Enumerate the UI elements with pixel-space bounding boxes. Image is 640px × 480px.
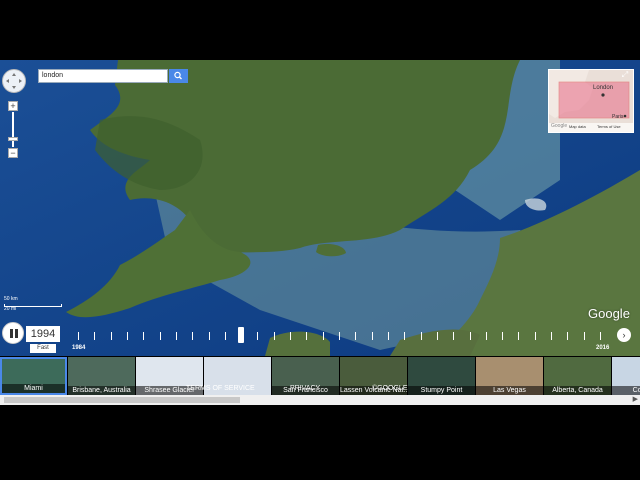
satellite-map[interactable]: + − London Paris Google Map data Terms o… xyxy=(0,60,640,356)
location-thumbnail[interactable]: Stumpy Point xyxy=(408,357,475,395)
search-button[interactable] xyxy=(169,69,188,83)
thumbnail-label: Brisbane, Australia xyxy=(68,386,135,395)
pan-control-icon xyxy=(6,73,22,89)
thumbnail-label: Alberta, Canada xyxy=(544,386,611,395)
thumbnail-scrollbar[interactable]: ▶ xyxy=(0,395,640,405)
thumbnail-label: Las Vegas xyxy=(476,386,543,395)
zoom-slider-track[interactable] xyxy=(12,112,14,147)
next-button[interactable]: › xyxy=(617,328,631,342)
location-thumbnail[interactable]: Brisbane, Australia xyxy=(68,357,135,395)
privacy-link[interactable]: PRIVACY xyxy=(290,385,320,392)
minimap-google-logo: Google xyxy=(551,123,568,129)
thumbnail-label: Stumpy Point xyxy=(408,386,475,395)
zoom-in-button[interactable]: + xyxy=(8,101,18,111)
location-thumbnail[interactable]: Alberta, Canada xyxy=(544,357,611,395)
search-icon xyxy=(174,71,182,80)
current-year-display: 1994 xyxy=(26,326,60,342)
timeline-start-year: 1984 xyxy=(72,345,86,351)
scale-indicator: 50 km xyxy=(4,296,18,303)
terms-of-service-link[interactable]: TERMS OF SERVICE xyxy=(186,385,255,392)
thumbnail-label: Miami xyxy=(2,384,65,393)
google-logo: Google xyxy=(588,306,630,321)
timeline-end-year: 2016 xyxy=(596,345,610,351)
thumbnail-label: Columbi xyxy=(612,386,640,395)
search-input[interactable] xyxy=(38,69,168,83)
pause-button[interactable] xyxy=(2,322,24,344)
zoom-slider-handle[interactable] xyxy=(8,137,18,141)
zoom-out-button[interactable]: − xyxy=(8,148,18,158)
minimap-city-london: London xyxy=(593,85,614,91)
speed-toggle-button[interactable]: Fast xyxy=(30,344,56,353)
pan-control[interactable] xyxy=(2,69,26,93)
location-thumbnail[interactable]: Miami xyxy=(0,357,67,395)
minimap-terms-link[interactable]: Terms of Use xyxy=(597,124,621,129)
expand-icon[interactable]: ⤢ xyxy=(620,70,630,80)
location-thumbnail[interactable]: Columbi xyxy=(612,357,640,395)
scale-mi-label: 20 mi xyxy=(4,306,17,312)
location-thumbnail[interactable]: Las Vegas xyxy=(476,357,543,395)
minimap-city-paris: Paris xyxy=(612,114,624,120)
timelapse-viewer: + − London Paris Google Map data Terms o… xyxy=(0,60,640,405)
search-bar xyxy=(38,69,188,83)
scrollbar-thumb[interactable] xyxy=(4,397,240,403)
minimap-map-data-link[interactable]: Map data xyxy=(569,124,586,129)
google-copyright: ©GOOGLE xyxy=(372,385,408,392)
pause-icon xyxy=(10,329,13,338)
scale-km-label: 50 km xyxy=(4,296,18,302)
scroll-right-arrow-icon[interactable]: ▶ xyxy=(633,396,638,404)
map-imagery xyxy=(0,60,640,356)
